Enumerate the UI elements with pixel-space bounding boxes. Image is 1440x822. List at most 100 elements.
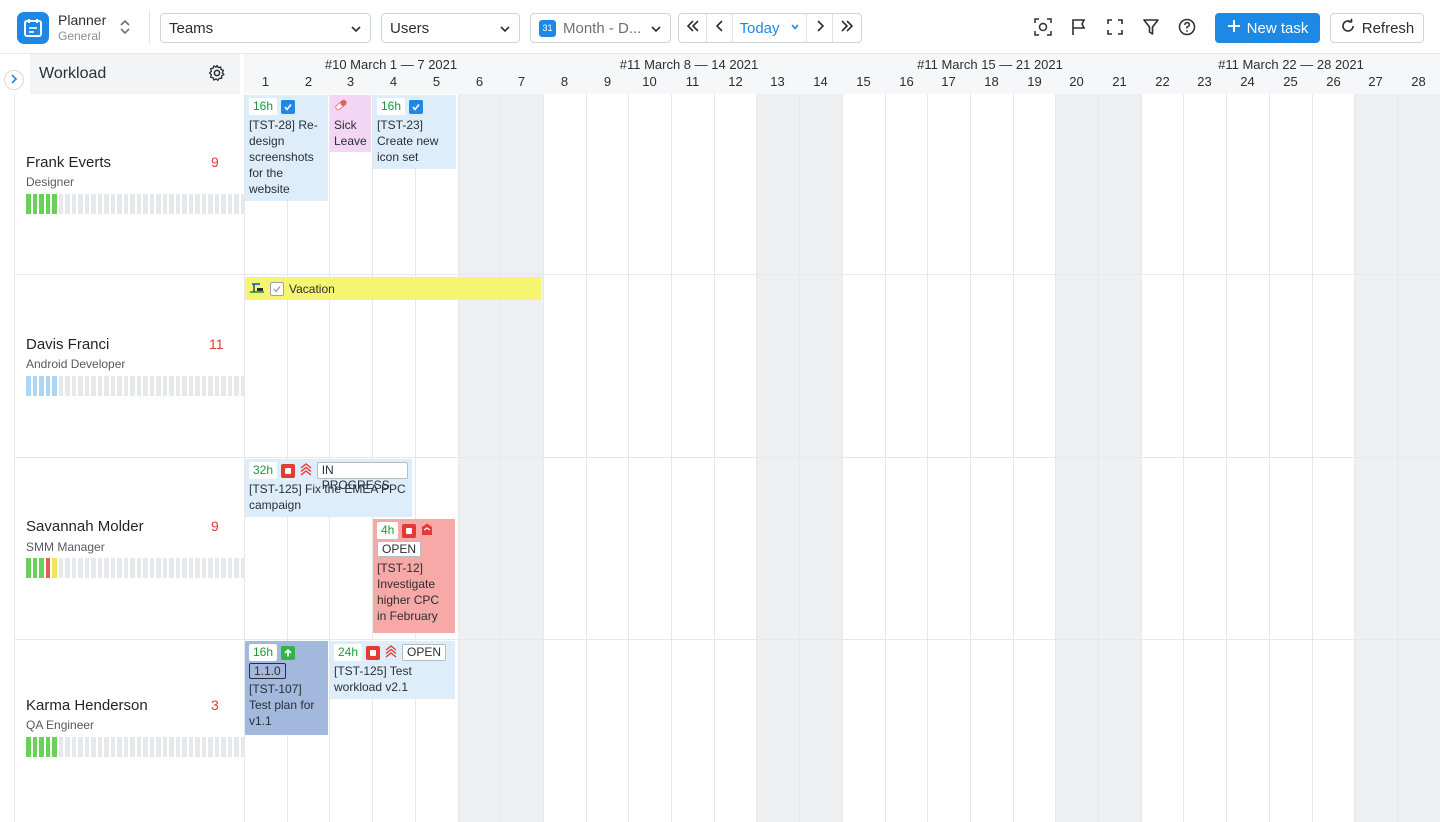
workload-bar: [26, 558, 245, 578]
day-column[interactable]: [329, 94, 372, 822]
new-task-button[interactable]: New task: [1215, 13, 1320, 43]
help-icon[interactable]: [1177, 17, 1197, 37]
improvement-icon: [281, 645, 296, 660]
users-select-label: Users: [390, 19, 430, 37]
day-column[interactable]: [1226, 94, 1269, 822]
day-label: 5: [432, 74, 441, 89]
day-column[interactable]: [415, 94, 458, 822]
highest-priority-icon: [299, 462, 313, 480]
teams-select[interactable]: Teams: [160, 13, 371, 43]
chevron-down-icon: [499, 22, 511, 39]
week-label: #11 March 22 — 28 2021: [1218, 57, 1364, 72]
next-button[interactable]: [807, 14, 833, 42]
day-column[interactable]: [799, 94, 842, 822]
day-column[interactable]: [1269, 94, 1312, 822]
task-card[interactable]: 24h OPEN [TST-125] Test workload v2.1: [330, 641, 455, 699]
user-role: Designer: [26, 175, 75, 189]
today-button[interactable]: Today: [733, 14, 807, 42]
day-column[interactable]: [671, 94, 714, 822]
task-count: 9: [211, 154, 219, 170]
task-hours: 16h: [249, 644, 278, 661]
task-card[interactable]: 16h [TST-23] Create new icon set: [373, 95, 456, 169]
toolbar: Planner General Teams Users 31 Month - D…: [0, 0, 1440, 54]
app-title: Planner: [58, 12, 107, 28]
day-column[interactable]: [1183, 94, 1226, 822]
gear-icon[interactable]: [208, 64, 228, 84]
day-column[interactable]: [970, 94, 1013, 822]
day-label: 25: [1283, 74, 1298, 89]
task-card[interactable]: 4h OPEN [TST-12] Investigate higher CPC …: [373, 519, 455, 633]
day-column[interactable]: [1397, 94, 1440, 822]
day-column[interactable]: [372, 94, 415, 822]
user-row[interactable]: Frank Everts 9 Designer: [15, 94, 245, 274]
planner-app: Planner General Teams Users 31 Month - D…: [0, 0, 1440, 822]
new-task-label: New task: [1246, 19, 1309, 37]
day-label: 13: [770, 74, 785, 89]
workload-bar: [26, 737, 245, 757]
user-row[interactable]: Davis Franci 11 Android Developer: [15, 275, 245, 457]
user-name: Karma Henderson: [26, 697, 148, 714]
filter-icon[interactable]: [1141, 17, 1161, 37]
workload-bar: [26, 376, 245, 396]
day-column[interactable]: [1141, 94, 1184, 822]
week-label: #11 March 8 — 14 2021: [619, 57, 759, 72]
day-column[interactable]: [885, 94, 928, 822]
users-select[interactable]: Users: [381, 13, 520, 43]
day-column[interactable]: [1312, 94, 1355, 822]
task-count: 9: [211, 518, 219, 534]
app-switcher-icon[interactable]: [118, 17, 132, 37]
vacation-bar[interactable]: Vacation: [245, 277, 541, 300]
day-column[interactable]: [1354, 94, 1397, 822]
day-column[interactable]: [756, 94, 799, 822]
next-period-button[interactable]: [833, 14, 861, 42]
day-label: 22: [1155, 74, 1170, 89]
day-column[interactable]: [714, 94, 757, 822]
refresh-icon: [1340, 18, 1356, 38]
refresh-button[interactable]: Refresh: [1330, 13, 1424, 43]
day-column[interactable]: [586, 94, 629, 822]
day-column[interactable]: [1098, 94, 1141, 822]
day-column[interactable]: [628, 94, 671, 822]
planner-logo-icon: [17, 12, 49, 44]
task-hours: 16h: [249, 98, 278, 115]
day-label: 17: [941, 74, 956, 89]
day-column[interactable]: [927, 94, 970, 822]
checkbox-icon: [409, 99, 424, 114]
task-title: Vacation: [289, 281, 335, 296]
day-column[interactable]: [1055, 94, 1098, 822]
date-navigation: Today: [678, 13, 862, 43]
day-label: 11: [685, 74, 700, 89]
bug-icon: [366, 645, 381, 660]
task-card[interactable]: Sick Leave: [330, 95, 371, 152]
task-title: [TST-125] Test workload v2.1: [334, 664, 412, 694]
week-label: #11 March 15 — 21 2021: [917, 57, 1063, 72]
task-card[interactable]: 16h [TST-28] Re-design screenshots for t…: [245, 95, 328, 201]
refresh-label: Refresh: [1361, 19, 1415, 37]
chevron-right-icon: [10, 71, 18, 89]
day-column[interactable]: [458, 94, 501, 822]
week-label: #10 March 1 — 7 2021: [324, 57, 458, 72]
user-row[interactable]: Karma Henderson 3 QA Engineer: [15, 640, 245, 822]
user-row[interactable]: Savannah Molder 9 SMM Manager: [15, 458, 245, 639]
teams-select-label: Teams: [169, 19, 214, 37]
day-column[interactable]: [543, 94, 586, 822]
task-title: [TST-28] Re-design screenshots for the w…: [249, 118, 318, 196]
prev-period-button[interactable]: [679, 14, 707, 42]
day-column[interactable]: [500, 94, 543, 822]
day-label: 1: [261, 74, 270, 89]
day-label: 12: [728, 74, 743, 89]
day-column[interactable]: [842, 94, 885, 822]
view-mode-select[interactable]: 31 Month - D...: [530, 13, 671, 43]
day-column[interactable]: [1013, 94, 1056, 822]
flag-icon[interactable]: [1069, 17, 1089, 37]
task-title: [TST-12] Investigate higher CPC in Febru…: [377, 561, 440, 623]
prev-button[interactable]: [707, 14, 733, 42]
task-card[interactable]: 16h 1.1.0 [TST-107] Test plan for v1.1: [245, 641, 328, 735]
double-chevron-right-icon: [840, 19, 854, 37]
focus-icon[interactable]: [1033, 17, 1053, 37]
task-title: [TST-23] Create new icon set: [377, 118, 439, 164]
task-card[interactable]: 32h IN PROGRESS [TST-125] Fix the EMEA P…: [245, 459, 412, 517]
workload-header: Workload: [30, 54, 240, 94]
expand-panel-button[interactable]: [4, 70, 24, 90]
fullscreen-icon[interactable]: [1105, 17, 1125, 37]
